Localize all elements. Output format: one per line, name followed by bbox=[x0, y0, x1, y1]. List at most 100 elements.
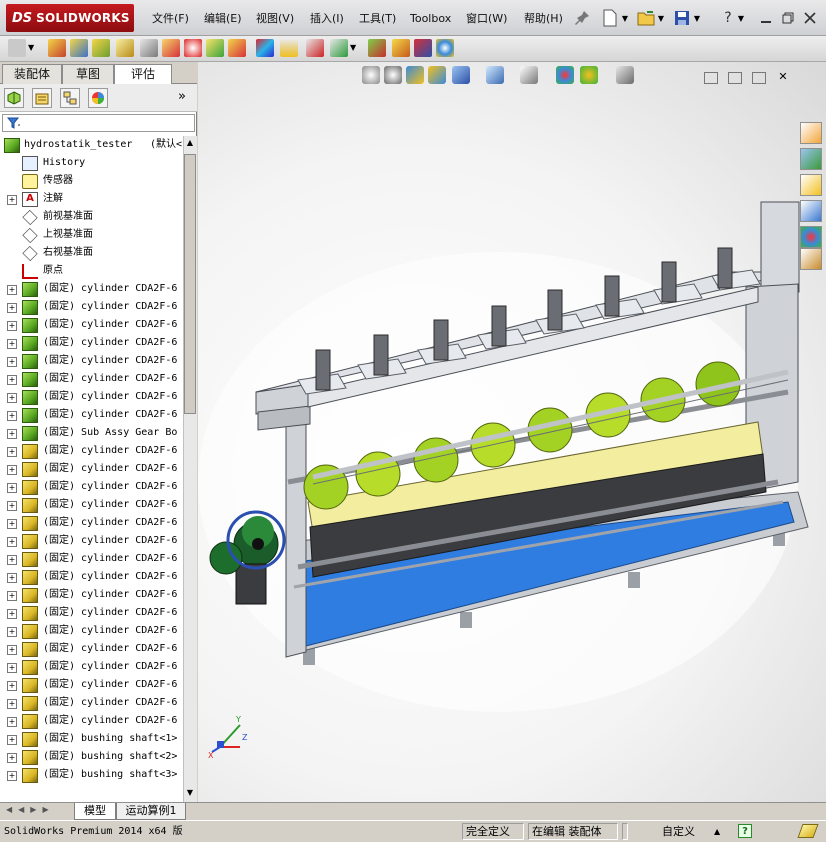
tree-item[interactable]: + (固定) cylinder CDA2F-6 bbox=[0, 298, 183, 316]
expand-plus-icon[interactable]: + bbox=[7, 483, 17, 493]
tree-item[interactable]: + (固定) cylinder CDA2F-6 bbox=[0, 478, 183, 496]
help-dropdown-icon[interactable]: ▼ bbox=[736, 8, 746, 28]
machine-model[interactable]: X Y Z bbox=[198, 62, 826, 802]
tree-item[interactable]: + (固定) bushing shaft<1> bbox=[0, 730, 183, 748]
tag-icon[interactable] bbox=[797, 824, 819, 838]
tree-item[interactable]: + (固定) cylinder CDA2F-6 bbox=[0, 676, 183, 694]
tree-item[interactable]: + (固定) cylinder CDA2F-6 bbox=[0, 550, 183, 568]
scroll-down-arrow-icon[interactable]: ▼ bbox=[184, 786, 196, 800]
tree-item[interactable]: + (固定) cylinder CDA2F-6 bbox=[0, 406, 183, 424]
expand-plus-icon[interactable]: + bbox=[7, 645, 17, 655]
status-help-icon[interactable]: ? bbox=[738, 824, 752, 838]
expand-plus-icon[interactable]: + bbox=[7, 627, 17, 637]
exploded-view-icon[interactable] bbox=[206, 39, 224, 57]
tab-evaluate[interactable]: 评估 bbox=[114, 64, 172, 85]
dimension-dropdown-icon[interactable]: ▼ bbox=[350, 39, 360, 57]
tree-item[interactable]: + (固定) cylinder CDA2F-6 bbox=[0, 442, 183, 460]
expand-plus-icon[interactable]: + bbox=[7, 501, 17, 511]
tree-item[interactable]: + (固定) cylinder CDA2F-6 bbox=[0, 460, 183, 478]
tree-item[interactable]: + (固定) cylinder CDA2F-6 bbox=[0, 694, 183, 712]
select-tool-icon[interactable] bbox=[8, 39, 26, 57]
expand-plus-icon[interactable]: + bbox=[7, 771, 17, 781]
display-manager-icon[interactable] bbox=[88, 88, 108, 108]
save-icon[interactable] bbox=[672, 8, 692, 28]
close-icon[interactable] bbox=[800, 8, 820, 28]
tab-model[interactable]: 模型 bbox=[74, 803, 116, 820]
pin-icon[interactable] bbox=[572, 8, 592, 28]
help-icon[interactable]: ? bbox=[718, 8, 738, 28]
tree-item[interactable]: + (固定) cylinder CDA2F-6 bbox=[0, 622, 183, 640]
tab-assembly[interactable]: 装配体 bbox=[2, 64, 62, 84]
tree-item[interactable]: + (固定) bushing shaft<2> bbox=[0, 748, 183, 766]
tree-item[interactable]: 右视基准面 bbox=[0, 244, 183, 262]
tab-scroll-arrows-icon[interactable]: ◀◀▶▶ bbox=[6, 805, 72, 817]
tab-motion-study[interactable]: 运动算例1 bbox=[116, 803, 186, 820]
tree-root[interactable]: hydrostatik_tester (默认< bbox=[0, 136, 183, 154]
status-units[interactable]: 自定义 bbox=[662, 824, 695, 840]
expand-plus-icon[interactable]: + bbox=[7, 195, 17, 205]
smart-dimension-icon[interactable] bbox=[330, 39, 348, 57]
rebuild-icon[interactable] bbox=[414, 39, 432, 57]
mass-properties-icon[interactable] bbox=[162, 39, 180, 57]
expand-plus-icon[interactable]: + bbox=[7, 699, 17, 709]
menu-toolbox[interactable]: Toolbox bbox=[410, 10, 451, 28]
configuration-manager-icon[interactable] bbox=[60, 88, 80, 108]
tree-item[interactable]: + (固定) cylinder CDA2F-6 bbox=[0, 496, 183, 514]
custom-properties-icon[interactable] bbox=[800, 248, 822, 270]
menu-help[interactable]: 帮助(H) bbox=[524, 10, 563, 28]
graphics-area[interactable]: ✕ X Y Z bbox=[198, 62, 826, 802]
expand-plus-icon[interactable]: + bbox=[7, 447, 17, 457]
menu-insert[interactable]: 插入(I) bbox=[310, 10, 344, 28]
select-dropdown-icon[interactable]: ▼ bbox=[28, 39, 38, 57]
new-dropdown-icon[interactable]: ▼ bbox=[620, 8, 630, 28]
options-icon[interactable] bbox=[436, 39, 454, 57]
expand-plus-icon[interactable]: + bbox=[7, 591, 17, 601]
expand-plus-icon[interactable]: + bbox=[7, 573, 17, 583]
expand-plus-icon[interactable]: + bbox=[7, 717, 17, 727]
solidworks-logo[interactable]: DS SOLIDWORKS bbox=[6, 4, 134, 32]
restore-icon[interactable] bbox=[778, 8, 798, 28]
tree-item[interactable]: + (固定) cylinder CDA2F-6 bbox=[0, 568, 183, 586]
tree-item[interactable]: + (固定) cylinder CDA2F-6 bbox=[0, 586, 183, 604]
property-manager-icon[interactable] bbox=[32, 88, 52, 108]
tree-item[interactable]: + (固定) bushing shaft<3> bbox=[0, 766, 183, 784]
tree-filter-input[interactable] bbox=[2, 114, 195, 132]
expand-chevron[interactable]: » bbox=[178, 89, 186, 104]
open-dropdown-icon[interactable]: ▼ bbox=[656, 8, 666, 28]
menu-tools[interactable]: 工具(T) bbox=[359, 10, 396, 28]
tree-item[interactable]: 上视基准面 bbox=[0, 226, 183, 244]
menu-window[interactable]: 窗口(W) bbox=[466, 10, 507, 28]
tree-item[interactable]: 传感器 bbox=[0, 172, 183, 190]
expand-plus-icon[interactable]: + bbox=[7, 753, 17, 763]
routing-icon[interactable] bbox=[368, 39, 386, 57]
resources-icon[interactable] bbox=[800, 148, 822, 170]
expand-plus-icon[interactable]: + bbox=[7, 411, 17, 421]
expand-plus-icon[interactable]: + bbox=[7, 537, 17, 547]
expand-plus-icon[interactable]: + bbox=[7, 609, 17, 619]
tree-item[interactable]: History bbox=[0, 154, 183, 172]
tree-item[interactable]: 前视基准面 bbox=[0, 208, 183, 226]
insert-component-icon[interactable] bbox=[48, 39, 66, 57]
expand-plus-icon[interactable]: + bbox=[7, 429, 17, 439]
expand-plus-icon[interactable]: + bbox=[7, 519, 17, 529]
appearance-icon[interactable] bbox=[256, 39, 274, 57]
scroll-up-arrow-icon[interactable]: ▲ bbox=[184, 136, 196, 150]
expand-plus-icon[interactable]: + bbox=[7, 339, 17, 349]
tree-item[interactable]: + (固定) cylinder CDA2F-6 bbox=[0, 532, 183, 550]
menu-file[interactable]: 文件(F) bbox=[152, 10, 189, 28]
tree-item[interactable]: + (固定) cylinder CDA2F-6 bbox=[0, 334, 183, 352]
feature-manager-icon[interactable] bbox=[4, 88, 24, 108]
expand-plus-icon[interactable]: + bbox=[7, 393, 17, 403]
expand-plus-icon[interactable]: + bbox=[7, 321, 17, 331]
file-explorer-icon[interactable] bbox=[800, 200, 822, 222]
tree-item[interactable]: + (固定) cylinder CDA2F-6 bbox=[0, 514, 183, 532]
save-dropdown-icon[interactable]: ▼ bbox=[692, 8, 702, 28]
tree-item[interactable]: + (固定) cylinder CDA2F-6 bbox=[0, 316, 183, 334]
linear-pattern-icon[interactable] bbox=[92, 39, 110, 57]
tree-item[interactable]: + (固定) cylinder CDA2F-6 bbox=[0, 370, 183, 388]
tree-item[interactable]: + (固定) cylinder CDA2F-6 bbox=[0, 280, 183, 298]
expand-plus-icon[interactable]: + bbox=[7, 663, 17, 673]
expand-plus-icon[interactable]: + bbox=[7, 555, 17, 565]
expand-plus-icon[interactable]: + bbox=[7, 735, 17, 745]
toolbox-icon[interactable] bbox=[392, 39, 410, 57]
